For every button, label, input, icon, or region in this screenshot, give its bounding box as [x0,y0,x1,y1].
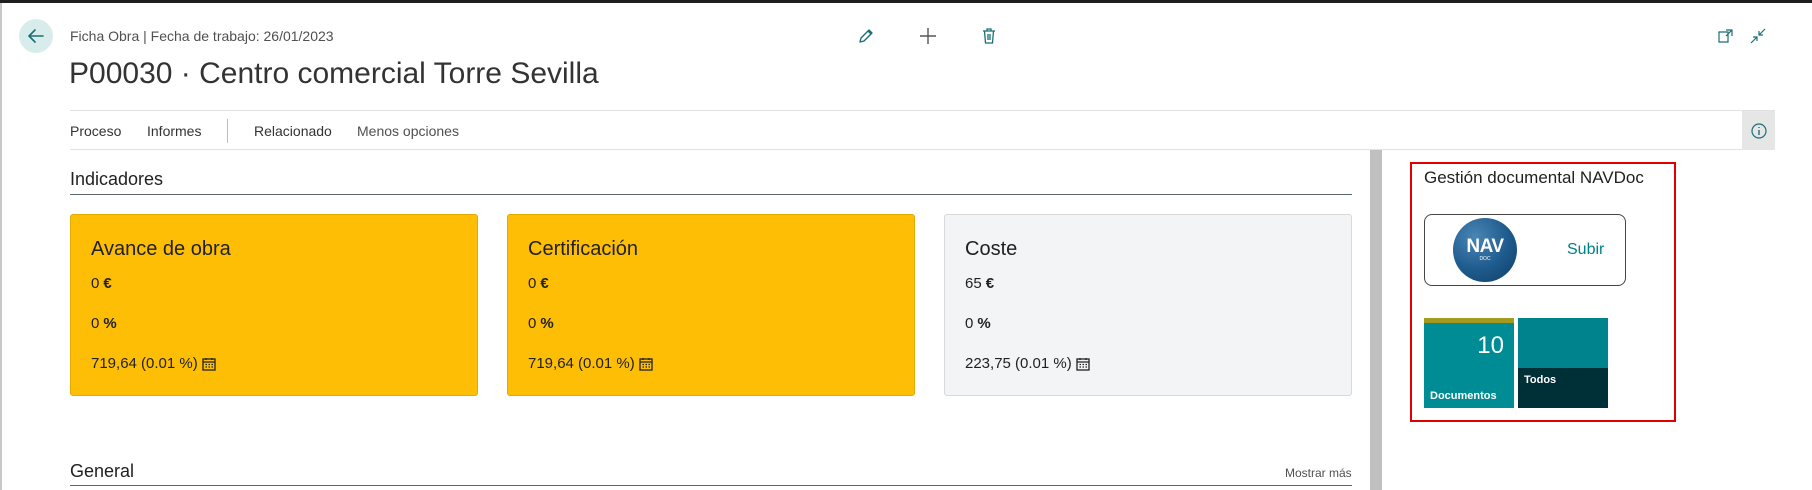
window-left-edge [0,3,2,490]
percent-value: 0 [965,315,974,332]
tile-title: Coste [965,238,1018,260]
tile-date-value: 223,75 (0.01 %) [965,355,1090,372]
euro-icon: € [103,275,112,292]
breadcrumb: Ficha Obra | Fecha de trabajo: 26/01/202… [70,28,334,44]
window-top-strip [0,0,1812,3]
navdoc-factbox: Gestión documental NAVDoc NAV DOC Subir … [1410,162,1676,422]
action-bar: Proceso Informes Relacionado Menos opcio… [70,110,1775,150]
action-informes[interactable]: Informes [147,123,201,139]
cue-documentos[interactable]: 10 Documentos [1424,318,1514,408]
tile-date-value: 719,64 (0.01 %) [528,355,653,372]
tile-amount: 0 € [91,275,112,292]
tile-date-value: 719,64 (0.01 %) [91,355,216,372]
navdoc-logo: NAV DOC [1453,218,1517,282]
amount-value: 0 [528,275,537,292]
calendar-icon [639,357,653,371]
upload-label: Subir [1567,241,1605,258]
new-button[interactable] [916,24,940,48]
calendar-icon [1076,357,1090,371]
collapse-button[interactable] [1746,24,1770,48]
euro-icon: € [985,275,995,292]
percent-value: 0 [91,315,100,332]
amount-value: 65 [965,275,982,292]
logo-main-text: NAV [1466,236,1504,257]
collapse-icon [1750,28,1766,44]
section-general-rule [70,485,1352,486]
show-more-link[interactable]: Mostrar más [1285,466,1352,480]
cue-value: 10 [1477,332,1504,359]
info-button[interactable] [1742,111,1775,150]
cue-label: Todos [1524,374,1557,386]
factbox-title: Gestión documental NAVDoc [1424,168,1644,187]
percent-icon: % [977,315,991,332]
cue-indicator-bar [1424,318,1514,323]
action-menos-opciones[interactable]: Menos opciones [357,123,459,139]
tile-amount: 65 € [965,275,994,292]
logo-sub-text: DOC [1479,256,1491,262]
trash-icon [983,28,995,44]
action-separator [227,119,228,143]
open-in-new-window-icon [1718,29,1733,43]
delete-button[interactable] [977,24,1001,48]
tile-percent: 0 % [965,315,991,332]
pane-splitter[interactable] [1370,150,1382,490]
tile-coste[interactable]: Coste 65 € 0 % 223,75 (0.01 %) [944,214,1352,396]
cue-label: Documentos [1430,390,1497,402]
action-relacionado[interactable]: Relacionado [254,123,332,139]
back-arrow-icon [28,29,44,43]
pencil-icon [859,29,873,43]
plus-icon [920,28,936,44]
section-indicadores-rule [70,194,1352,195]
section-general-title[interactable]: General [70,461,134,482]
date-value: 719,64 (0.01 %) [528,355,635,372]
upload-button[interactable]: NAV DOC Subir [1424,214,1626,286]
edit-button[interactable] [854,24,878,48]
percent-value: 0 [528,315,537,332]
amount-value: 0 [91,275,100,292]
tile-percent: 0 % [91,315,117,332]
cue-todos[interactable]: Todos [1518,318,1608,408]
back-button[interactable] [19,19,53,53]
open-new-window-button[interactable] [1714,24,1738,48]
section-indicadores-title: Indicadores [70,169,164,189]
tile-certificacion[interactable]: Certificación 0 € 0 % 719,64 (0.01 %) [507,214,915,396]
action-proceso[interactable]: Proceso [70,123,121,139]
page-title: P00030 · Centro comercial Torre Sevilla [69,57,599,90]
euro-icon: € [540,275,549,292]
calendar-icon [202,357,216,371]
tile-amount: 0 € [528,275,549,292]
date-value: 223,75 (0.01 %) [965,355,1072,372]
date-value: 719,64 (0.01 %) [91,355,198,372]
percent-icon: % [103,315,117,332]
tile-title: Certificación [528,238,639,260]
tile-avance-de-obra[interactable]: Avance de obra 0 € 0 % 719,64 (0.01 %) [70,214,478,396]
tile-title: Avance de obra [91,238,231,260]
tile-percent: 0 % [528,315,554,332]
percent-icon: % [540,315,554,332]
info-icon [1750,122,1767,139]
